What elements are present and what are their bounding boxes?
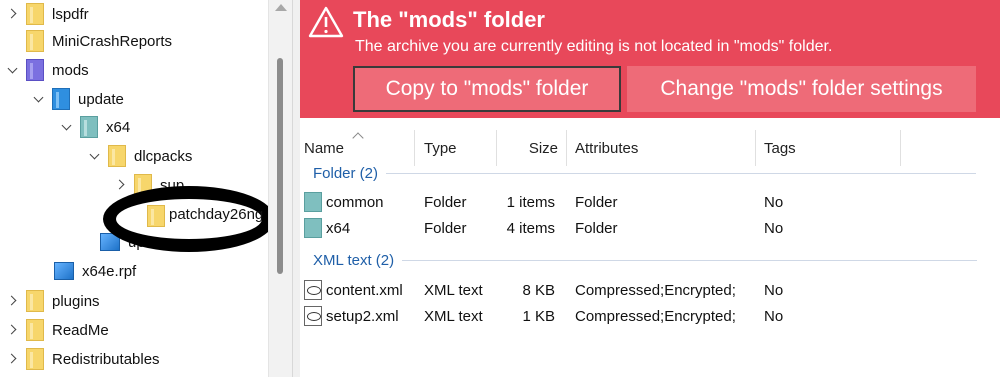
- chevron-down-icon[interactable]: [6, 63, 20, 77]
- chevron-right-icon[interactable]: [6, 7, 20, 21]
- chevron-down-icon[interactable]: [32, 92, 46, 106]
- tree-item-readme[interactable]: ReadMe: [6, 316, 109, 344]
- column-header-tags[interactable]: Tags: [764, 130, 894, 166]
- tree-item-label: ReadMe: [52, 321, 109, 339]
- folder-icon: [147, 205, 165, 227]
- rpf-file-icon: [54, 262, 74, 280]
- folder-icon: [108, 145, 126, 167]
- banner-title: The "mods" folder: [353, 7, 545, 32]
- tree-item-x64[interactable]: x64: [60, 113, 130, 141]
- folder-icon: [26, 319, 44, 341]
- warning-icon: [308, 6, 344, 38]
- mods-folder-icon: [26, 59, 44, 81]
- tree-item-label: dlcpacks: [134, 147, 193, 165]
- xml-file-icon: [304, 280, 322, 300]
- folder-tree: lspdfr MiniCrashReports mods update x64 …: [0, 0, 268, 377]
- column-header-size[interactable]: Size: [500, 130, 558, 166]
- archive-folder-icon: [80, 116, 98, 138]
- tree-scrollbar[interactable]: [268, 0, 292, 377]
- column-header-attributes[interactable]: Attributes: [575, 130, 745, 166]
- list-item[interactable]: common Folder 1 items Folder No: [300, 190, 1000, 216]
- tree-item-label: Redistributables: [52, 350, 160, 368]
- chevron-down-icon[interactable]: [88, 149, 102, 163]
- tree-item-update[interactable]: update: [32, 85, 124, 113]
- chevron-right-icon[interactable]: [6, 323, 20, 337]
- tree-item-lspdfr[interactable]: lspdfr: [6, 0, 89, 28]
- column-header-name[interactable]: Name: [304, 130, 414, 166]
- group-header-folder[interactable]: Folder (2): [313, 165, 977, 182]
- tree-item-label: MiniCrashReports: [52, 32, 173, 50]
- list-item[interactable]: setup2.xml XML text 1 KB Compressed;Encr…: [300, 304, 1000, 330]
- tree-item-dlcpacks[interactable]: dlcpacks: [88, 142, 192, 170]
- mods-folder-banner: The "mods" folder The archive you are cu…: [300, 0, 1000, 118]
- folder-icon: [304, 192, 322, 212]
- copy-to-mods-button[interactable]: Copy to "mods" folder: [353, 66, 621, 112]
- column-header-type[interactable]: Type: [424, 130, 504, 166]
- file-list: Name Type Size Attributes Tags Folder (2…: [300, 118, 1000, 377]
- list-item[interactable]: x64 Folder 4 items Folder No: [300, 216, 1000, 242]
- tree-item-patchday26ng[interactable]: patchday26ng: [169, 206, 266, 223]
- folder-icon: [304, 218, 322, 238]
- pane-splitter[interactable]: [292, 0, 300, 377]
- tree-item-label: plugins: [52, 292, 100, 310]
- group-header-xml-text[interactable]: XML text (2): [313, 252, 978, 269]
- chevron-right-icon[interactable]: [6, 352, 20, 366]
- banner-message: The archive you are currently editing is…: [355, 38, 833, 55]
- tree-item-x64e-rpf[interactable]: x64e.rpf: [34, 257, 136, 285]
- update-folder-icon: [52, 88, 70, 110]
- folder-icon: [26, 290, 44, 312]
- sort-ascending-icon: [352, 132, 364, 144]
- chevron-down-icon[interactable]: [60, 120, 74, 134]
- tree-item-label: x64e.rpf: [82, 262, 137, 280]
- scroll-thumb[interactable]: [277, 58, 283, 274]
- scroll-up-arrow-icon[interactable]: [275, 4, 287, 11]
- tree-item-redistributables[interactable]: Redistributables: [6, 345, 160, 373]
- tree-item-label: mods: [52, 61, 89, 79]
- tree-item-label: update: [78, 90, 124, 108]
- folder-icon: [26, 348, 44, 370]
- tree-item-label: lspdfr: [52, 5, 89, 23]
- chevron-right-icon[interactable]: [6, 294, 20, 308]
- tree-item-plugins[interactable]: plugins: [6, 287, 100, 315]
- tree-item-minicrashreports[interactable]: MiniCrashReports: [6, 27, 172, 55]
- tree-item-label: x64: [106, 118, 131, 136]
- chevron-right-icon[interactable]: [114, 178, 128, 192]
- tree-item-mods[interactable]: mods: [6, 56, 89, 84]
- folder-icon: [26, 3, 44, 25]
- xml-file-icon: [304, 306, 322, 326]
- list-item[interactable]: content.xml XML text 8 KB Compressed;Enc…: [300, 278, 1000, 304]
- change-mods-settings-button[interactable]: Change "mods" folder settings: [627, 66, 976, 112]
- folder-icon: [26, 30, 44, 52]
